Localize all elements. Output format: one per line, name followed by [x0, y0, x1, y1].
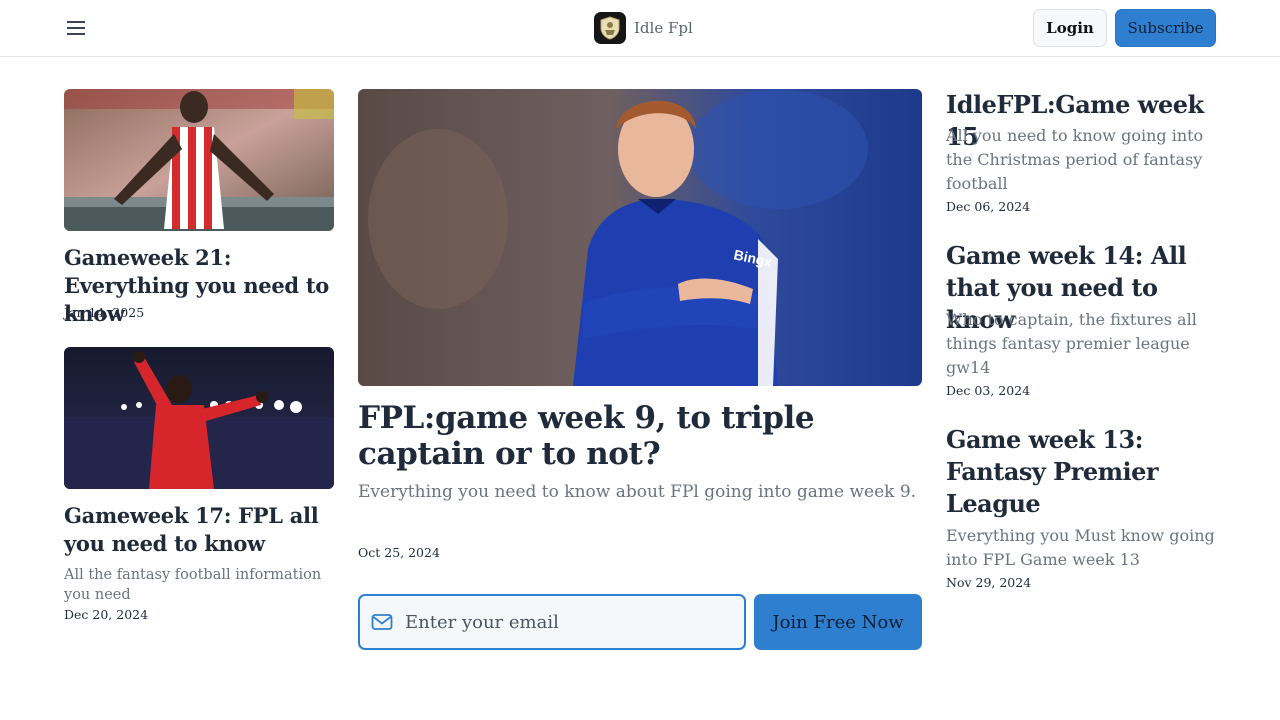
article-date-gw21: Jan 14, 2025	[64, 305, 145, 320]
article-desc-gw15: All you need to know going into the Chri…	[946, 126, 1204, 193]
article-date-gw15: Dec 06, 2024	[946, 199, 1031, 214]
brand-name: Idle Fpl	[634, 19, 693, 37]
article-date-gw14: Dec 03, 2024	[946, 383, 1031, 398]
join-free-button[interactable]: Join Free Now	[754, 594, 922, 650]
login-button[interactable]: Login	[1033, 9, 1107, 47]
article-desc-gw13: Everything you Must know going into FPL …	[946, 526, 1215, 569]
email-field[interactable]	[358, 594, 746, 650]
featured-article-title[interactable]: FPL:game week 9, to triple captain or to…	[358, 400, 924, 472]
article-title-gw17[interactable]: Gameweek 17: FPL all you need to know	[64, 502, 336, 558]
subscribe-button[interactable]: Subscribe	[1115, 9, 1216, 47]
featured-article-date: Oct 25, 2024	[358, 545, 440, 560]
article-desc-gw14: Who to captain, the fixtures all things …	[946, 310, 1197, 377]
article-image-gw21[interactable]	[64, 89, 334, 231]
brand[interactable]: Idle Fpl	[594, 12, 693, 44]
menu-icon[interactable]	[64, 17, 88, 39]
featured-article-image[interactable]: Bingx	[358, 89, 922, 386]
mail-icon	[371, 614, 393, 630]
featured-article-desc: Everything you need to know about FPl go…	[358, 482, 917, 502]
site-header: Idle Fpl Login Subscribe	[0, 0, 1280, 57]
brand-logo-icon	[594, 12, 626, 44]
article-date-gw17: Dec 20, 2024	[64, 607, 149, 622]
article-image-gw17[interactable]	[64, 347, 334, 489]
article-date-gw13: Nov 29, 2024	[946, 575, 1032, 590]
email-input[interactable]	[405, 611, 725, 633]
article-desc-gw17: All the fantasy football information you…	[64, 567, 322, 603]
article-title-gw13[interactable]: Game week 13: Fantasy Premier League	[946, 424, 1226, 520]
